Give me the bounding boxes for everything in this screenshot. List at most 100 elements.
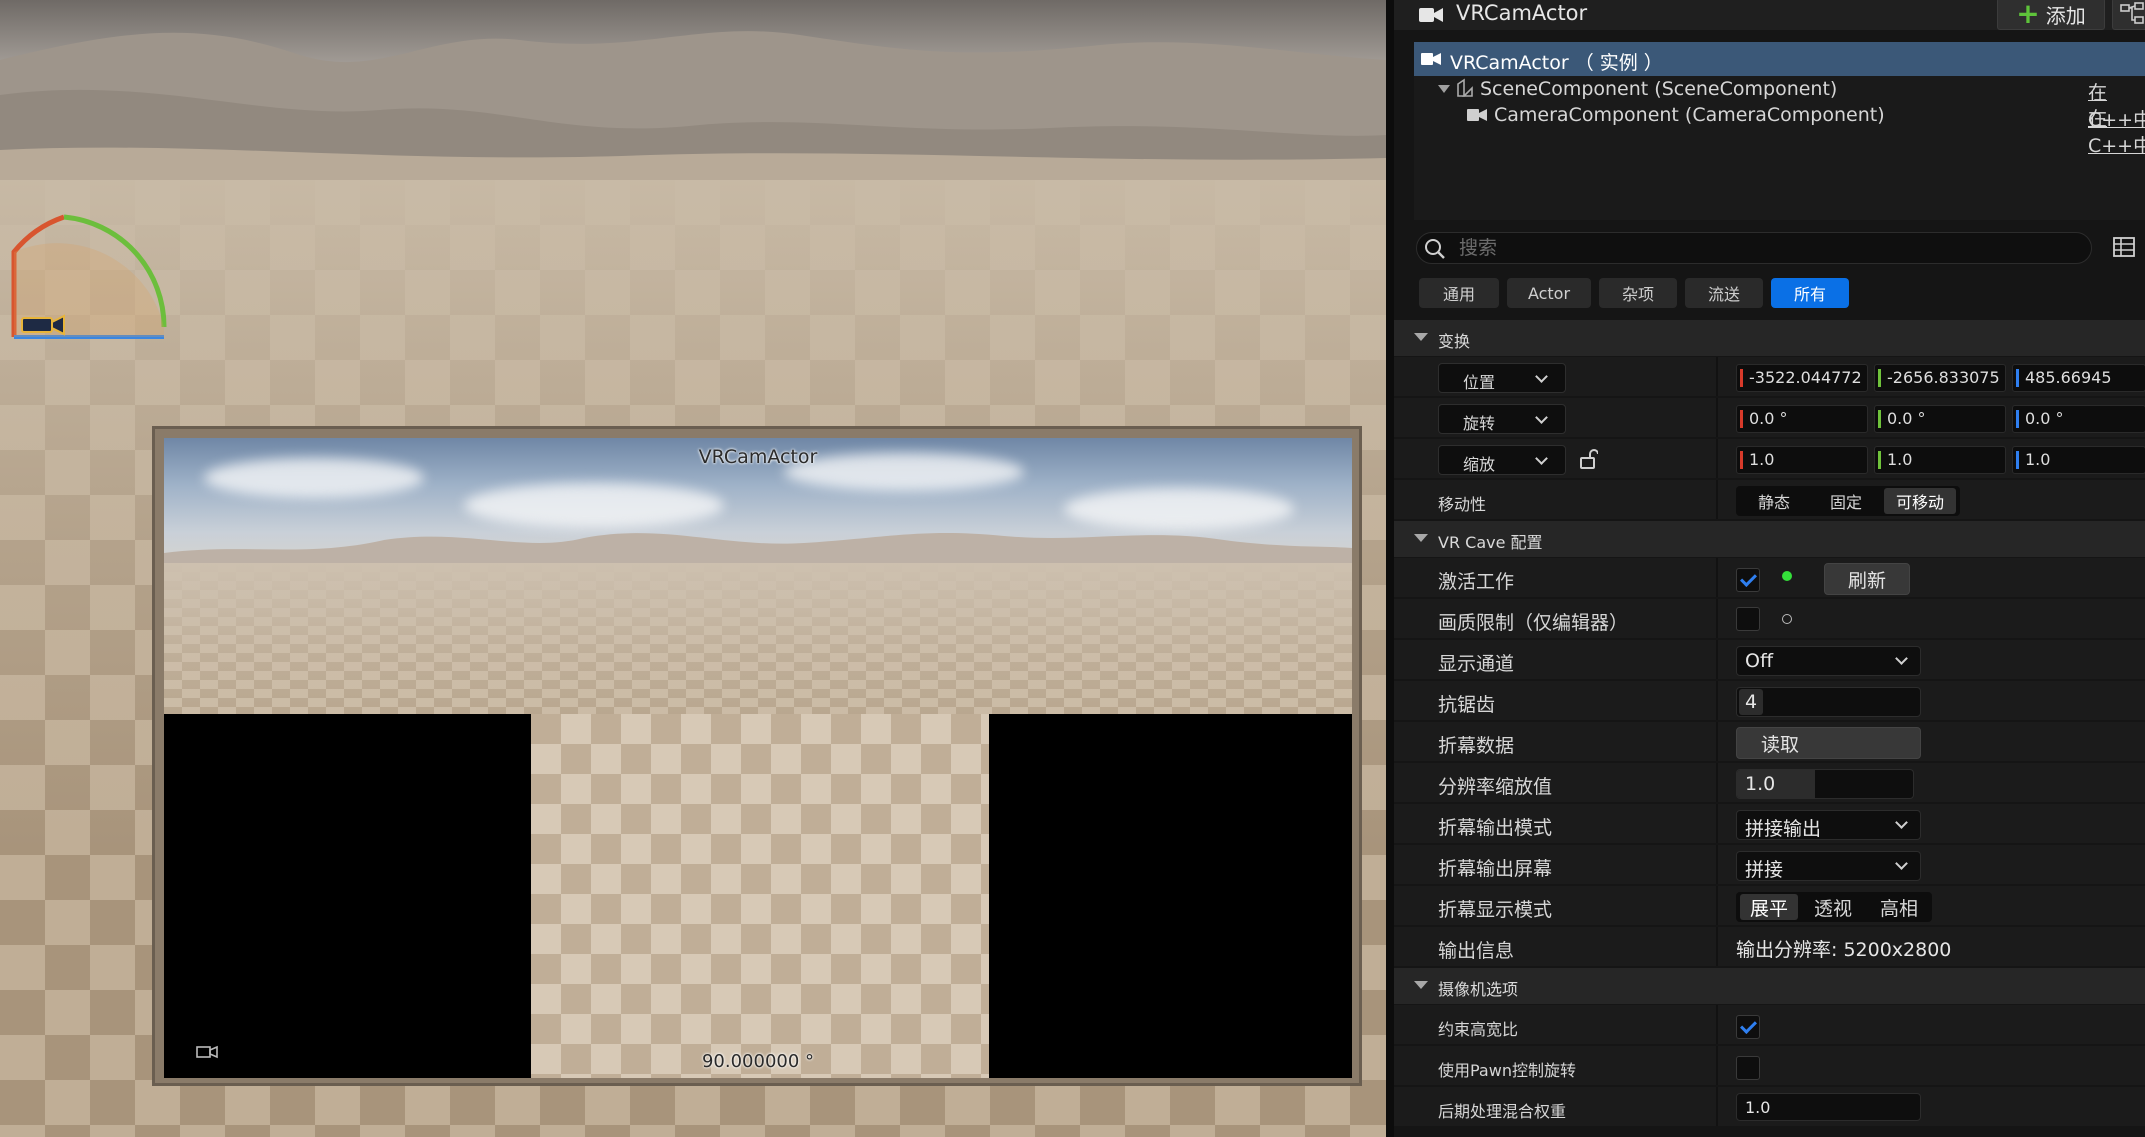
row-constrain-aspect: 约束高宽比 [1394,1005,2145,1045]
camera-frustum-gizmo[interactable] [4,212,174,347]
mobility-movable[interactable]: 可移动 [1884,488,1956,514]
row-quality-limit: 画质限制（仅编辑器） [1394,599,2145,639]
res-scale-slider[interactable]: 1.0 [1736,769,1914,799]
row-scale: 缩放 1.0 1.0 1.0 [1394,439,2145,479]
read-button[interactable]: 读取 [1736,727,1921,759]
row-fold-data: 折幕数据 读取 [1394,722,2145,762]
rotation-mode-dropdown[interactable]: 旋转 [1438,404,1566,434]
output-info-value: 输出分辨率: 5200x2800 [1736,939,1952,961]
tree-label: VRCamActor （ 实例 ） [1450,52,1663,74]
value: 1.0 [1749,450,1775,469]
camera-icon [1421,53,1441,65]
refresh-button[interactable]: 刷新 [1824,563,1910,595]
hierarchy-icon [2120,2,2144,24]
row-rotation: 旋转 0.0 ° 0.0 ° 0.0 ° [1394,398,2145,438]
dropdown-label: 旋转 [1463,414,1496,433]
field-value: 4 [1739,689,1764,715]
status-dot-green [1782,571,1792,581]
collapse-arrow-icon[interactable] [1438,85,1450,93]
location-z-field[interactable]: 485.66945 [2012,364,2145,392]
location-x-field[interactable]: -3522.044772 [1736,364,1868,392]
dropdown-value: 拼接输出 [1745,818,1822,840]
dropdown-value: 拼接 [1745,859,1784,881]
display-channel-label: 显示通道 [1438,653,1515,675]
row-location: 位置 -3522.044772 -2656.833075 485.66945 [1394,357,2145,397]
search-input[interactable] [1457,235,2077,261]
rotation-z-field[interactable]: 0.0 ° [2012,405,2145,433]
row-fold-display-mode: 折幕显示模式 展平 透视 高相 [1394,886,2145,926]
location-mode-dropdown[interactable]: 位置 [1438,363,1566,393]
row-output-info: 输出信息 输出分辨率: 5200x2800 [1394,927,2145,967]
camera-icon [1467,109,1487,121]
chevron-down-icon [1895,652,1908,665]
edit-in-cpp-link[interactable]: 在C++中 [2088,104,2145,158]
value: 1.0 [2025,450,2051,469]
quality-limit-checkbox[interactable] [1736,607,1760,631]
tab-actor[interactable]: Actor [1507,278,1591,308]
level-viewport[interactable]: VRCamActor 90.000000 ° [0,0,1386,1137]
value: 0.0 ° [2025,409,2064,428]
use-pawn-rotation-label: 使用Pawn控制旋转 [1438,1061,1576,1080]
row-res-scale: 分辨率缩放值 1.0 [1394,763,2145,803]
mobility-label: 移动性 [1438,495,1487,514]
tree-row-cameracomponent[interactable]: CameraComponent (CameraComponent) 在C++中 [1414,98,2145,157]
mobility-static[interactable]: 静态 [1740,488,1808,514]
display-channel-dropdown[interactable]: Off [1736,646,1921,676]
collapse-arrow-icon [1414,534,1428,542]
tab-streaming[interactable]: 流送 [1685,278,1763,308]
tab-all[interactable]: 所有 [1771,278,1849,308]
section-label: 摄像机选项 [1438,980,1519,999]
value: 0.0 ° [1749,409,1788,428]
add-component-button[interactable]: + 添加 [1997,0,2105,30]
display-mode-third[interactable]: 高相 [1870,894,1928,920]
section-transform[interactable]: 变换 [1394,320,2145,356]
scale-y-field[interactable]: 1.0 [1874,446,2006,474]
scale-z-field[interactable]: 1.0 [2012,446,2145,474]
scene-component-icon [1457,78,1473,97]
row-use-pawn-rotation: 使用Pawn控制旋转 [1394,1046,2145,1086]
postprocess-weight-input[interactable]: 1.0 [1736,1093,1921,1121]
location-y-field[interactable]: -2656.833075 [1874,364,2006,392]
display-mode-perspective[interactable]: 透视 [1804,894,1862,920]
quality-limit-label: 画质限制（仅编辑器） [1438,612,1629,634]
unlock-icon[interactable] [1578,448,1598,470]
details-panel: VRCamActor + 添加 VRCamActor （ 实例 ） SceneC… [1386,0,2145,1137]
constrain-aspect-checkbox[interactable] [1736,1015,1760,1039]
row-fold-output-screen: 折幕输出屏幕 拼接 [1394,845,2145,885]
fold-output-mode-dropdown[interactable]: 拼接输出 [1736,810,1921,840]
collapse-arrow-icon [1414,981,1428,989]
activate-checkbox[interactable] [1736,568,1760,592]
scale-mode-dropdown[interactable]: 缩放 [1438,445,1566,475]
preview-checker [531,714,989,1078]
rotation-y-field[interactable]: 0.0 ° [1874,405,2006,433]
blueprint-button[interactable] [2112,0,2145,30]
tree-row-instance[interactable]: VRCamActor （ 实例 ） [1414,42,2145,76]
section-vrcave[interactable]: VR Cave 配置 [1394,521,2145,557]
section-camera-options[interactable]: 摄像机选项 [1394,968,2145,1004]
table-view-icon[interactable] [2112,236,2136,258]
details-search[interactable] [1416,232,2092,264]
rotation-x-field[interactable]: 0.0 ° [1736,405,1868,433]
tab-general[interactable]: 通用 [1419,278,1499,308]
tree-label: CameraComponent (CameraComponent) [1494,104,1885,126]
details-header: VRCamActor + 添加 [1394,0,2145,30]
tab-misc[interactable]: 杂项 [1599,278,1677,308]
fold-output-screen-label: 折幕输出屏幕 [1438,858,1553,880]
chevron-down-icon [1535,452,1548,465]
row-mobility: 移动性 静态 固定 可移动 [1394,480,2145,520]
collapse-arrow-icon [1414,333,1428,341]
slider-value: 1.0 [1745,773,1776,795]
value: 485.66945 [2025,368,2112,387]
add-button-label: 添加 [2045,3,2086,28]
fold-output-screen-dropdown[interactable]: 拼接 [1736,851,1921,881]
use-pawn-rotation-checkbox[interactable] [1736,1056,1760,1080]
status-dot-off [1782,614,1792,624]
tree-label: SceneComponent (SceneComponent) [1480,78,1838,100]
display-mode-flat[interactable]: 展平 [1740,894,1798,920]
search-icon [1425,239,1445,259]
scale-x-field[interactable]: 1.0 [1736,446,1868,474]
antialias-input[interactable]: 4 [1736,687,1921,717]
mobility-stationary[interactable]: 固定 [1812,488,1880,514]
row-display-channel: 显示通道 Off [1394,640,2145,680]
value: -2656.833075 [1887,368,2000,387]
